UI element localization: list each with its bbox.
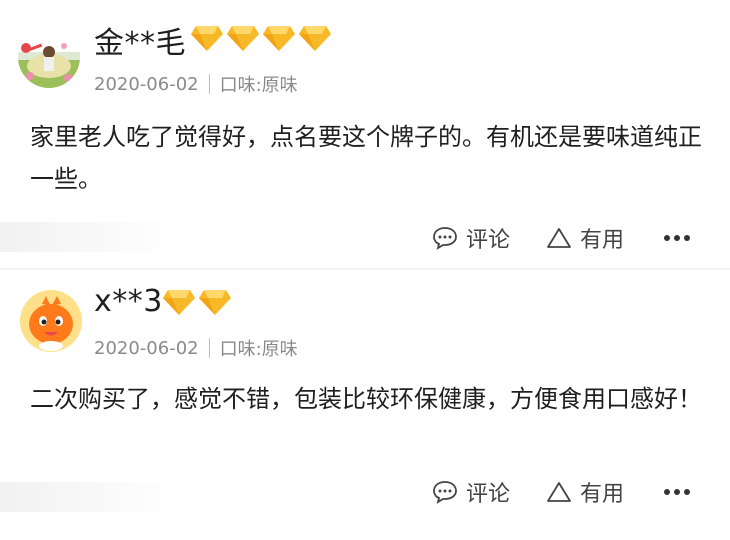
- diamond-icon: [227, 26, 259, 51]
- useful-label: 有用: [579, 482, 624, 507]
- review-meta: 2020-06-02 口味:原味: [94, 335, 298, 361]
- triangle-up-icon: [547, 228, 571, 248]
- username: 金**毛: [94, 26, 186, 61]
- diamond-icon: [163, 290, 195, 315]
- review-content: 家里老人吃了觉得好，点名要这个牌子的。有机还是要味道纯正一些。: [30, 123, 702, 193]
- comment-icon: [433, 227, 457, 250]
- review-actions: 评论 有用: [432, 476, 690, 508]
- member-level-badges: [190, 24, 332, 52]
- review-content: 二次购买了，感觉不错，包装比较环保健康，方便食用口感好！: [30, 385, 702, 413]
- review-item: x**3 2020-06-02 口味:原味 二次购买了，感觉不错，包装比较环保健…: [0, 270, 730, 540]
- comment-button[interactable]: 评论: [432, 222, 510, 254]
- avatar[interactable]: [20, 290, 82, 352]
- comment-button[interactable]: 评论: [432, 476, 510, 508]
- triangle-up-icon: [547, 482, 571, 502]
- meta-divider: [208, 338, 210, 358]
- useful-label: 有用: [579, 228, 624, 253]
- flavor-spec: 口味:原味: [219, 339, 298, 360]
- diamond-icon: [263, 26, 295, 51]
- comment-label: 评论: [465, 482, 510, 507]
- orange-mascot-avatar-icon: [20, 290, 82, 352]
- photo-avatar-icon: [18, 26, 80, 88]
- decorative-fade: [0, 222, 180, 252]
- diamond-icon: [191, 26, 223, 51]
- avatar[interactable]: [18, 26, 80, 88]
- flavor-spec: 口味:原味: [219, 75, 298, 96]
- review-actions: 评论 有用: [432, 222, 690, 254]
- useful-button[interactable]: 有用: [546, 222, 624, 254]
- meta-divider: [208, 74, 210, 94]
- review-meta: 2020-06-02 口味:原味: [94, 71, 298, 97]
- comment-icon: [433, 481, 457, 504]
- review-date: 2020-06-02: [94, 73, 199, 95]
- decorative-fade: [0, 482, 180, 512]
- diamond-icon: [299, 26, 331, 51]
- more-options-icon[interactable]: [664, 489, 690, 495]
- review-date: 2020-06-02: [94, 337, 199, 359]
- useful-button[interactable]: 有用: [546, 476, 624, 508]
- diamond-icon: [199, 290, 231, 315]
- username: x**3: [94, 284, 163, 319]
- member-level-badges: [162, 288, 232, 316]
- review-item: 金**毛 2020-06-02 口味:原味 家里老人吃了觉得好，点名要这个牌子的…: [0, 0, 730, 268]
- comment-label: 评论: [465, 228, 510, 253]
- more-options-icon[interactable]: [664, 235, 690, 241]
